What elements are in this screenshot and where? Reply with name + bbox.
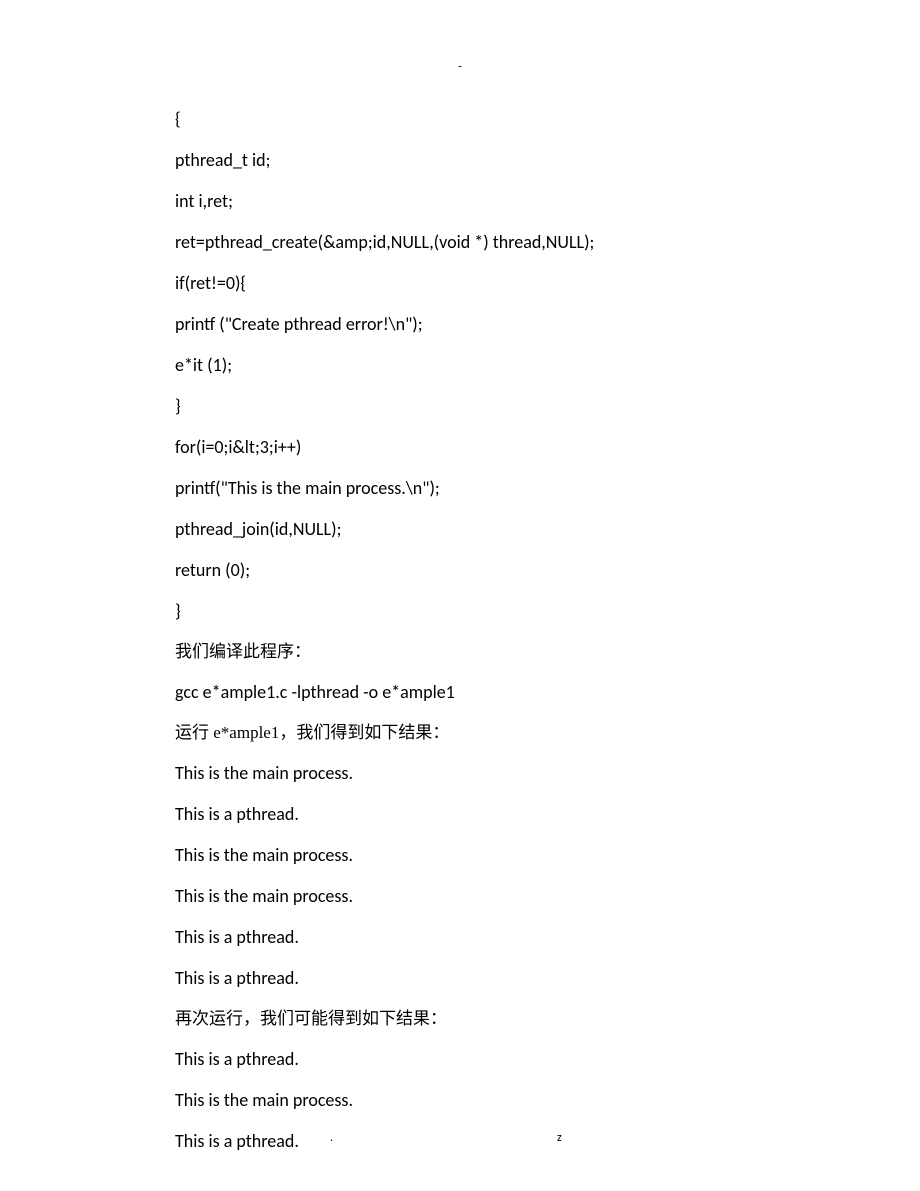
- output-line: This is a pthread.: [175, 928, 920, 946]
- footer-dot: .: [330, 1131, 333, 1145]
- output-line: This is the main process.: [175, 764, 920, 782]
- output-line: This is the main process.: [175, 846, 920, 864]
- header-mark: -: [0, 60, 920, 74]
- output-line: This is a pthread.: [175, 805, 920, 823]
- code-line: printf ("Create pthread error!\n");: [175, 315, 920, 333]
- output-line: This is the main process.: [175, 1091, 920, 1109]
- output-line: This is a pthread.: [175, 1050, 920, 1068]
- output-line: This is a pthread.: [175, 1132, 920, 1150]
- code-line: printf("This is the main process.\n");: [175, 479, 920, 497]
- code-line: }: [175, 602, 920, 620]
- prose-line: 我们编译此程序：: [175, 643, 920, 660]
- code-line: if(ret!=0){: [175, 274, 920, 292]
- code-line: int i,ret;: [175, 192, 920, 210]
- code-line: pthread_t id;: [175, 151, 920, 169]
- output-line: This is the main process.: [175, 887, 920, 905]
- code-line: return (0);: [175, 561, 920, 579]
- page: - { pthread_t id; int i,ret; ret=pthread…: [0, 0, 920, 1191]
- prose-line: 再次运行，我们可能得到如下结果：: [175, 1010, 920, 1027]
- footer-z: z: [557, 1131, 562, 1145]
- document-body: { pthread_t id; int i,ret; ret=pthread_c…: [175, 110, 920, 1150]
- prose-line: 运行 e*ample1，我们得到如下结果：: [175, 724, 920, 741]
- code-line: gcc e*ample1.c -lpthread -o e*ample1: [175, 683, 920, 701]
- code-line: {: [175, 110, 920, 128]
- code-line: pthread_join(id,NULL);: [175, 520, 920, 538]
- code-line: for(i=0;i&lt;3;i++): [175, 438, 920, 456]
- code-line: ret=pthread_create(&amp;id,NULL,(void *)…: [175, 233, 920, 251]
- output-line: This is a pthread.: [175, 969, 920, 987]
- code-line: e*it (1);: [175, 356, 920, 374]
- code-line: }: [175, 397, 920, 415]
